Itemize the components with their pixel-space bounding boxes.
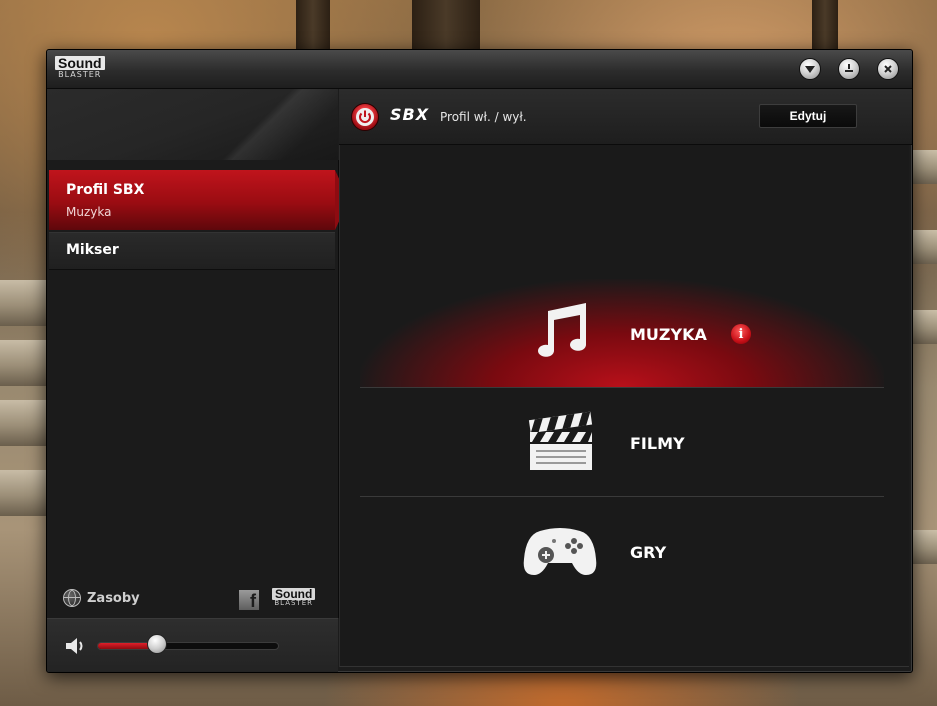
logo-bottom-text: BLASTER bbox=[58, 70, 102, 79]
power-toggle-button[interactable] bbox=[351, 103, 379, 131]
background-steps bbox=[0, 400, 52, 446]
close-icon bbox=[884, 65, 892, 73]
sound-blaster-window: Sound BLASTER Profil SBX Muzyka Mikser Z… bbox=[46, 49, 913, 673]
edit-button[interactable]: Edytuj bbox=[759, 104, 857, 128]
facebook-glyph: f bbox=[250, 591, 256, 611]
category-muzyka[interactable]: MUZYKA i bbox=[360, 279, 884, 387]
volume-slider-handle[interactable] bbox=[147, 634, 168, 654]
info-icon[interactable]: i bbox=[731, 324, 751, 344]
resources-link[interactable]: Zasoby bbox=[63, 589, 140, 607]
sound-blaster-footer-logo[interactable]: Sound BLASTER bbox=[272, 588, 316, 607]
music-note-icon bbox=[538, 303, 586, 357]
profile-category-panel: MUZYKA i FILMY GRY bbox=[339, 145, 909, 667]
sidebar-item-mikser[interactable]: Mikser bbox=[49, 232, 335, 270]
power-icon bbox=[356, 108, 374, 126]
gamepad-icon bbox=[523, 528, 597, 575]
sidebar-item-label: Mikser bbox=[66, 242, 119, 258]
facebook-icon[interactable]: f bbox=[239, 590, 259, 610]
sidebar-header bbox=[47, 89, 338, 161]
logo-bottom-text: BLASTER bbox=[274, 599, 313, 607]
sidebar-item-sublabel: Muzyka bbox=[66, 205, 112, 219]
chevron-down-icon bbox=[805, 66, 815, 73]
resources-label: Zasoby bbox=[87, 590, 140, 606]
background-tree-trunk bbox=[412, 0, 480, 50]
category-gry[interactable]: GRY bbox=[360, 497, 884, 605]
background-steps bbox=[0, 470, 52, 516]
sound-blaster-logo: Sound BLASTER bbox=[55, 56, 105, 79]
sidebar-item-label: Profil SBX bbox=[66, 182, 145, 198]
category-filmy[interactable]: FILMY bbox=[360, 388, 884, 496]
logo-top-text: Sound bbox=[55, 56, 105, 70]
profile-toggle-label: Profil wł. / wył. bbox=[440, 110, 527, 124]
sidebar-item-profil-sbx[interactable]: Profil SBX Muzyka bbox=[49, 170, 349, 230]
background-tree-trunk bbox=[296, 0, 330, 50]
background-tree-trunk bbox=[812, 0, 838, 50]
volume-slider-track[interactable] bbox=[97, 642, 279, 650]
minimize-icon bbox=[845, 64, 853, 72]
menu-button[interactable] bbox=[799, 58, 821, 80]
profile-header: SBX Profil wł. / wył. Edytuj bbox=[339, 89, 912, 145]
category-label: GRY bbox=[630, 543, 667, 562]
volume-bar bbox=[47, 618, 338, 672]
category-label: MUZYKA bbox=[630, 325, 707, 344]
background-steps bbox=[0, 340, 52, 386]
minimize-button[interactable] bbox=[838, 58, 860, 80]
sbx-title: SBX bbox=[390, 105, 430, 124]
clapperboard-icon bbox=[528, 411, 593, 470]
close-button[interactable] bbox=[877, 58, 899, 80]
category-label: FILMY bbox=[630, 434, 685, 453]
background-steps bbox=[0, 280, 52, 326]
title-bar[interactable]: Sound BLASTER bbox=[47, 50, 912, 89]
speaker-icon[interactable] bbox=[65, 637, 87, 655]
globe-icon bbox=[63, 589, 81, 607]
sidebar: Profil SBX Muzyka Mikser bbox=[47, 160, 349, 618]
